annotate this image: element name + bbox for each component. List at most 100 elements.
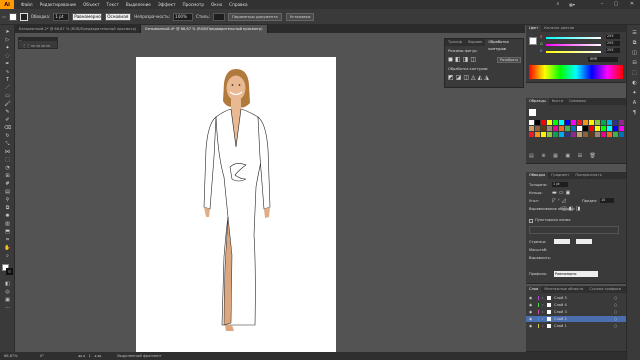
rotation-angle[interactable]: 0° [40,354,54,358]
layer-row[interactable]: ◉ › Слой 4 ○ [526,302,626,308]
color-swatch[interactable] [535,126,540,131]
shaper-tool-icon[interactable]: ✐ [3,116,12,123]
menu-object[interactable]: Объект [83,2,99,7]
arrowhead-end-select[interactable] [576,239,592,244]
more-tools-icon[interactable]: ··· [3,304,12,311]
style-select[interactable] [213,12,226,21]
paragraph-icon[interactable]: ¶ [630,109,639,116]
tab-document-4[interactable]: Безымянный-4* @ 66,67 % (RGB/Предварител… [141,25,268,33]
visibility-eye-icon[interactable]: ◉ [529,302,532,308]
color-swatch[interactable] [589,120,594,125]
expand-layer-icon[interactable]: › [542,309,543,315]
expand-button[interactable]: Разобрать [497,57,522,63]
visibility-eye-icon[interactable]: ◉ [529,309,532,315]
eraser-icon[interactable]: ⌫ [3,124,12,131]
color-swatch[interactable] [565,120,570,125]
tab-document-2[interactable]: Безымянный-2* @ 66,67 % (RGB/Предварител… [15,25,142,33]
maximize-icon[interactable]: ▢ [610,0,622,9]
pencil-icon[interactable]: ✎ [3,108,12,115]
color-swatch[interactable] [553,126,558,131]
appearance-icon[interactable]: ◐ [630,79,639,86]
minimize-icon[interactable]: – [596,0,608,9]
slice-tool-icon[interactable]: ⌗ [3,236,12,243]
channel-g-slider[interactable] [546,44,601,46]
limit-input[interactable]: 10 [600,198,614,203]
selection-tool-icon[interactable]: ➤ [3,28,12,35]
tab-brushes[interactable]: Кисти [549,98,566,105]
cap-buttons[interactable]: ▬▭▣ [552,190,572,196]
width-tool-icon[interactable]: ⋈ [3,148,12,155]
tab-color[interactable]: Цвет [526,25,542,32]
zoom-level[interactable]: 66,67% [4,354,26,358]
color-swatch[interactable] [613,126,618,131]
hex-input[interactable]: ffffff [588,57,618,62]
visibility-eye-icon[interactable]: ◉ [529,323,532,329]
pathfinder-buttons[interactable]: ◩◪◫◬◭◮ [448,74,491,81]
blend-tool-icon[interactable]: ⧉ [3,204,12,211]
menu-select[interactable]: Выделение [126,2,151,7]
color-swatch[interactable] [535,132,540,137]
gradient-tool-icon[interactable]: ▤ [3,188,12,195]
workspace-switcher[interactable]: ▦▾ [566,0,578,9]
expand-layer-icon[interactable]: › [542,295,543,301]
layer-row[interactable]: ◉ › Слой 5 ○ [526,295,626,301]
expand-layer-icon[interactable]: › [542,302,543,308]
transform-icon[interactable]: ⬚ [630,69,639,76]
color-swatch[interactable] [601,120,606,125]
color-swatch[interactable] [535,120,540,125]
pathfinder-icon[interactable]: ◫ [630,49,639,56]
color-swatch[interactable] [613,132,618,137]
expand-layer-icon[interactable]: › [542,316,543,322]
layer-target-icon[interactable]: ○ [614,309,617,315]
screen-mode-icon[interactable]: ▣ [3,296,12,303]
opacity-input[interactable]: 100% [173,12,194,21]
magic-wand-icon[interactable]: ✦ [3,44,12,51]
tab-symbols[interactable]: Символы [566,98,589,105]
stroke-weight-input[interactable]: 1 pt [53,12,70,21]
shape-builder-icon[interactable]: ◔ [3,164,12,171]
layer-row[interactable]: ◉ › Слой 3 ○ [526,309,626,315]
dashed-checkbox[interactable] [529,219,533,223]
preferences-button[interactable]: Установки [285,12,315,21]
visibility-eye-icon[interactable]: ◉ [529,295,532,301]
brush-select[interactable]: Основная [105,12,132,21]
color-swatch[interactable] [571,120,576,125]
color-swatch[interactable] [547,126,552,131]
color-swatch[interactable] [589,126,594,131]
color-swatch[interactable] [571,126,576,131]
paintbrush-icon[interactable]: 🖌 [3,100,12,107]
menu-window[interactable]: Окно [211,2,222,7]
color-swatch[interactable] [559,126,564,131]
character-icon[interactable]: A [630,99,639,106]
color-swatch[interactable] [577,132,582,137]
doc-settings-button[interactable]: Параметры документа [228,12,282,21]
channel-r-value[interactable]: 255 [606,34,620,39]
draw-mode-icon[interactable]: ◎ [3,288,12,295]
nav-next-icon[interactable]: ▸ ▸▸ [95,354,102,358]
zoom-tool-icon[interactable]: ⌕ [3,252,12,259]
channel-b-value[interactable]: 255 [606,48,620,53]
properties-icon[interactable]: ☰ [630,29,639,36]
color-swatch[interactable] [547,120,552,125]
stroke-color-icon[interactable] [6,268,13,275]
rectangle-tool-icon[interactable]: ▭ [3,92,12,99]
line-tool-icon[interactable]: ／ [3,84,12,91]
dash-gap-fields[interactable] [529,226,619,234]
tab-layers[interactable]: Слои [526,286,542,293]
color-swatch[interactable] [565,126,570,131]
color-swatch[interactable] [529,126,534,131]
color-swatch[interactable] [571,132,576,137]
stroke-align-buttons[interactable]: ◫◧◨ [562,206,582,212]
color-swatch[interactable] [607,126,612,131]
tab-transparency[interactable]: Прозрачность [572,172,604,179]
tab-stroke[interactable]: Обводка [526,172,549,179]
color-swatch[interactable] [595,126,600,131]
menu-effect[interactable]: Эффект [158,2,176,7]
tab-asset-links[interactable]: Ссылки графики [586,286,624,293]
pen-tool-icon[interactable]: ✒ [3,60,12,67]
layer-target-icon[interactable]: ○ [614,323,617,329]
arrowhead-start-select[interactable] [554,239,570,244]
tab-artboards[interactable]: Монтажные области [541,286,586,293]
stroke-swatch[interactable] [19,12,28,21]
color-spectrum[interactable] [529,65,623,79]
